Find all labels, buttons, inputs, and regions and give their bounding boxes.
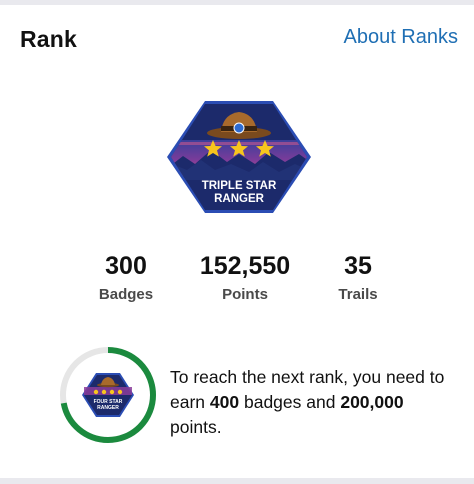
stat-label: Trails	[338, 286, 378, 303]
rank-stats: 300 Badges 152,550 Points 35 Trails	[0, 252, 474, 312]
next-rank-section: FOUR STAR RANGER To reach the next rank,…	[0, 340, 474, 460]
stat-label: Badges	[98, 286, 154, 303]
four-star-ranger-badge-icon: FOUR STAR RANGER	[82, 373, 134, 417]
stat-label: Points	[222, 286, 268, 303]
next-rank-progress: FOUR STAR RANGER	[58, 345, 158, 445]
stat-points: 152,550 Points	[180, 252, 310, 303]
stat-value: 152,550	[199, 252, 291, 280]
about-ranks-link[interactable]: About Ranks	[343, 26, 458, 49]
badge-text-line1: TRIPLE STAR	[202, 180, 277, 192]
stat-badges: 300 Badges	[86, 252, 166, 303]
stat-value: 35	[344, 252, 372, 280]
top-divider	[0, 0, 474, 5]
badges-needed: 400	[209, 392, 240, 412]
next-rank-text-suffix: points.	[170, 417, 222, 437]
points-needed: 200,000	[340, 392, 404, 412]
triple-star-ranger-badge-icon: TRIPLE STAR RANGER	[167, 101, 311, 213]
stat-value: 300	[105, 252, 147, 280]
next-badge-text-line2: RANGER	[97, 405, 119, 411]
next-rank-description: To reach the next rank, you need to earn…	[170, 365, 460, 440]
bottom-divider	[0, 478, 474, 484]
progress-ring: FOUR STAR RANGER	[60, 347, 156, 443]
rank-header: Rank About Ranks	[0, 22, 474, 58]
badge-text-line2: RANGER	[214, 193, 265, 205]
page-title: Rank	[20, 26, 78, 52]
next-rank-text-middle: badges and	[243, 392, 336, 412]
current-rank-badge: TRIPLE STAR RANGER	[165, 98, 313, 216]
stat-trails: 35 Trails	[318, 252, 398, 303]
